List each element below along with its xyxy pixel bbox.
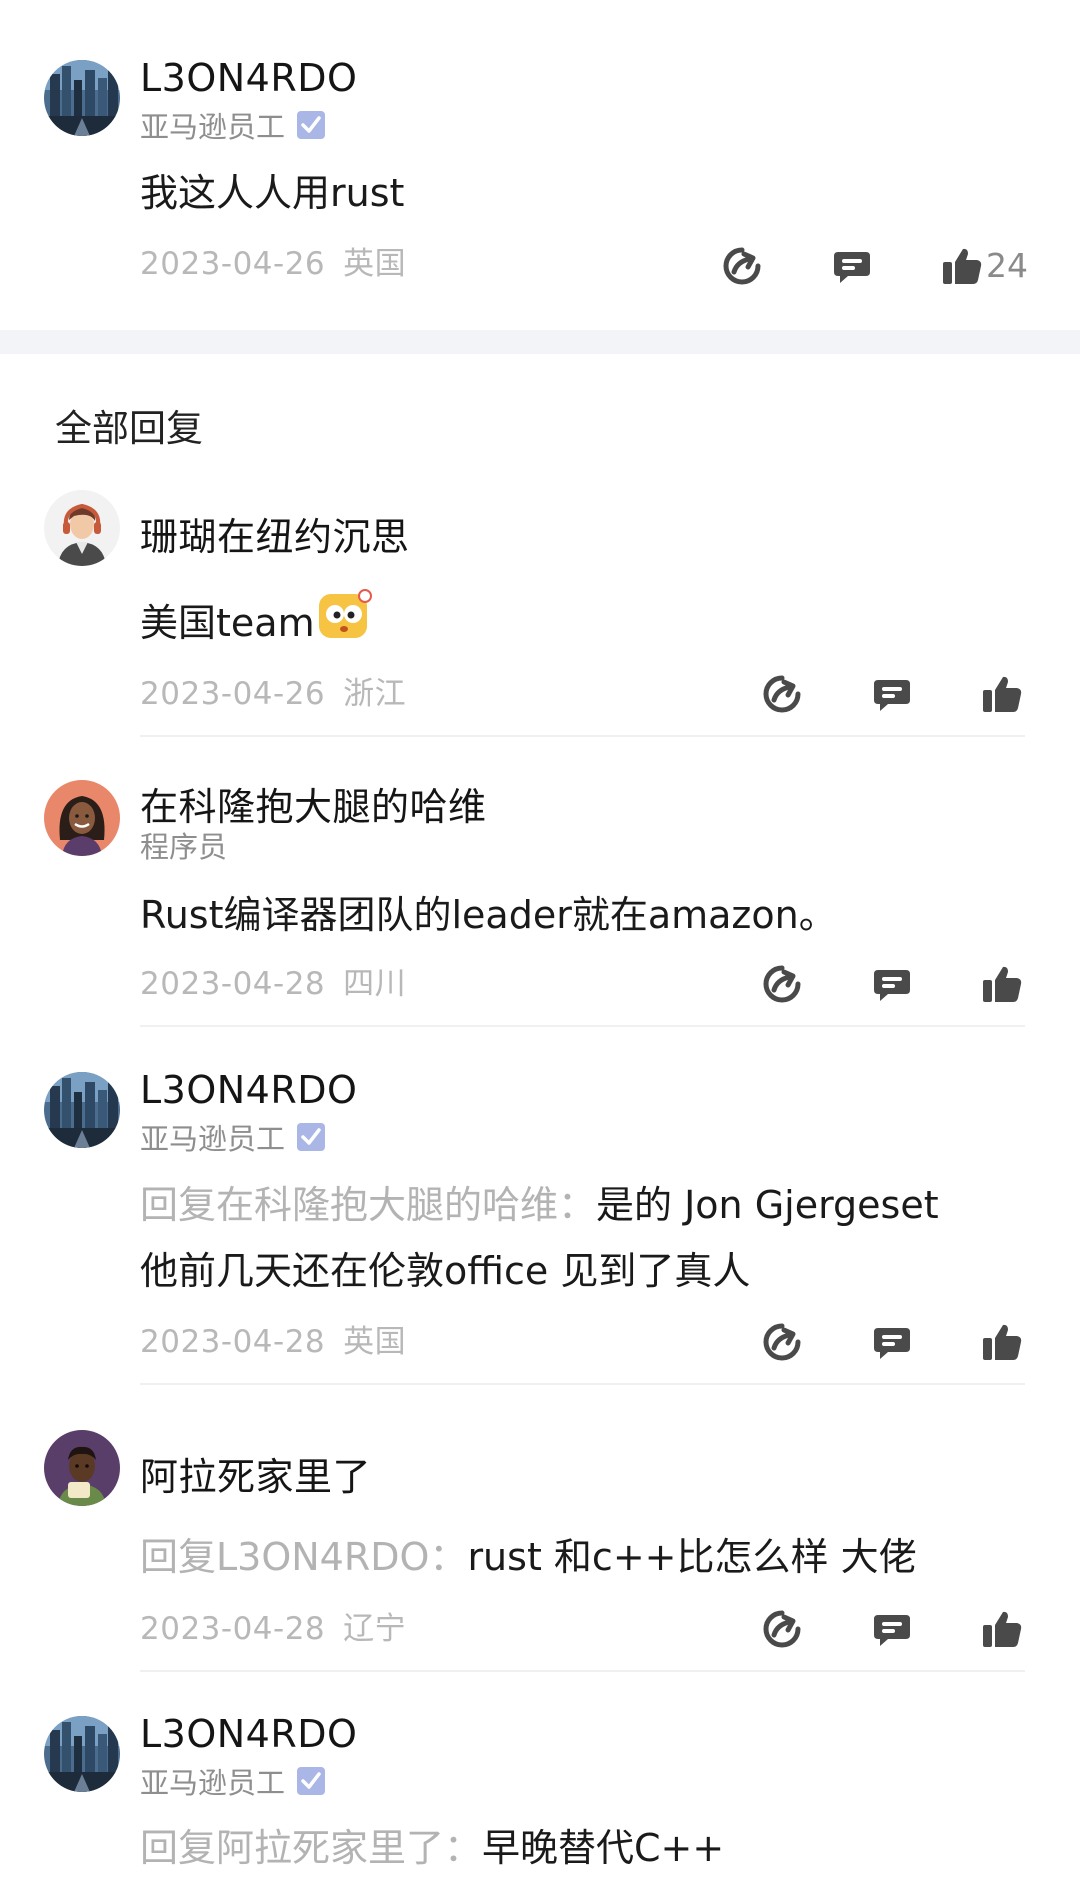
comment-icon[interactable] [870, 672, 914, 716]
divider [140, 735, 1025, 737]
reply-location: 英国 [343, 1324, 407, 1360]
comment-meta: 2023-04-26 英国 [140, 238, 406, 283]
username[interactable]: 阿拉死家里了 [140, 1446, 371, 1501]
user-role-label: 亚马逊员工 [140, 1122, 286, 1156]
reply-line-2: 他前几天还在伦敦office 见到了真人 [140, 1249, 751, 1293]
thumbs-up-icon[interactable] [980, 672, 1024, 716]
reply-text: 回复阿拉死家里了：早晚替代C++ [140, 1815, 1040, 1881]
user-role-label: 亚马逊员工 [140, 1766, 286, 1800]
verified-badge-icon [297, 111, 325, 139]
reply-text-content: 早晚替代C++ [482, 1826, 725, 1870]
reply-to-label[interactable]: 回复阿拉死家里了： [140, 1826, 482, 1870]
share-icon[interactable] [760, 962, 804, 1006]
reply-meta: 2023-04-28 辽宁 [140, 1603, 406, 1648]
reply-line-1: 回复在科隆抱大腿的哈维：是的 Jon Gjergeset [140, 1172, 1040, 1238]
username[interactable]: 珊瑚在纽约沉思 [140, 506, 410, 561]
comment-location: 英国 [343, 246, 407, 282]
reply-text-content: rust 和c++比怎么样 大佬 [467, 1535, 917, 1579]
share-icon[interactable] [720, 244, 764, 288]
avatar[interactable] [44, 1072, 120, 1148]
comment-icon[interactable] [870, 1320, 914, 1364]
username[interactable]: L3ON4RDO [140, 56, 357, 100]
comment-date: 2023-04-26 [140, 246, 326, 282]
comment-icon[interactable] [870, 1607, 914, 1651]
avatar[interactable] [44, 490, 120, 566]
reply-location: 浙江 [343, 676, 407, 712]
reply-meta: 2023-04-28 英国 [140, 1316, 406, 1361]
reply-text: 回复L3ON4RDO：rust 和c++比怎么样 大佬 [140, 1524, 1040, 1590]
user-role: 亚马逊员工 [140, 1760, 325, 1802]
reply-text: 美国team [140, 588, 1040, 656]
thumbs-up-icon[interactable] [980, 1320, 1024, 1364]
avatar[interactable] [44, 1716, 120, 1792]
user-role-label: 亚马逊员工 [140, 110, 286, 144]
divider [140, 1383, 1025, 1385]
username[interactable]: L3ON4RDO [140, 1712, 357, 1756]
avatar[interactable] [44, 1430, 120, 1506]
reply-text-content: 是的 Jon Gjergeset [596, 1183, 939, 1227]
thumbs-up-icon[interactable] [940, 244, 984, 288]
avatar[interactable] [44, 60, 120, 136]
user-role-label: 程序员 [140, 830, 228, 864]
divider [140, 1025, 1025, 1027]
emoji-icon [318, 589, 372, 638]
reply-date: 2023-04-26 [140, 676, 326, 712]
user-role: 程序员 [140, 824, 227, 866]
reply-to-label[interactable]: 回复在科隆抱大腿的哈维： [140, 1183, 596, 1227]
reply-meta: 2023-04-28 四川 [140, 958, 406, 1003]
share-icon[interactable] [760, 1320, 804, 1364]
share-icon[interactable] [760, 672, 804, 716]
avatar[interactable] [44, 780, 120, 856]
reply-date: 2023-04-28 [140, 966, 326, 1002]
comment-icon[interactable] [830, 244, 874, 288]
thumbs-up-icon[interactable] [980, 1607, 1024, 1651]
verified-badge-icon [297, 1767, 325, 1795]
reply-text: 回复在科隆抱大腿的哈维：是的 Jon Gjergeset 他前几天还在伦敦off… [140, 1172, 1040, 1304]
divider [140, 1670, 1025, 1672]
reply-meta: 2023-04-26 浙江 [140, 668, 406, 713]
user-role: 亚马逊员工 [140, 1116, 325, 1158]
comment-text: 我这人人用rust [140, 171, 405, 215]
section-title: 全部回复 [55, 407, 203, 450]
reply-date: 2023-04-28 [140, 1324, 326, 1360]
thumbs-up-icon[interactable] [980, 962, 1024, 1006]
reply-text-content: 美国team [140, 601, 315, 645]
section-separator [0, 330, 1080, 354]
reply-date: 2023-04-28 [140, 1611, 326, 1647]
like-count: 24 [986, 246, 1028, 285]
username[interactable]: L3ON4RDO [140, 1068, 357, 1112]
comment-icon[interactable] [870, 962, 914, 1006]
reply-location: 辽宁 [343, 1611, 407, 1647]
username[interactable]: 在科隆抱大腿的哈维 [140, 776, 487, 831]
verified-badge-icon [297, 1123, 325, 1151]
reply-text: Rust编译器团队的leader就在amazon。 [140, 893, 837, 937]
reply-location: 四川 [343, 966, 407, 1002]
reply-to-label[interactable]: 回复L3ON4RDO： [140, 1535, 467, 1579]
share-icon[interactable] [760, 1607, 804, 1651]
user-role: 亚马逊员工 [140, 104, 325, 146]
